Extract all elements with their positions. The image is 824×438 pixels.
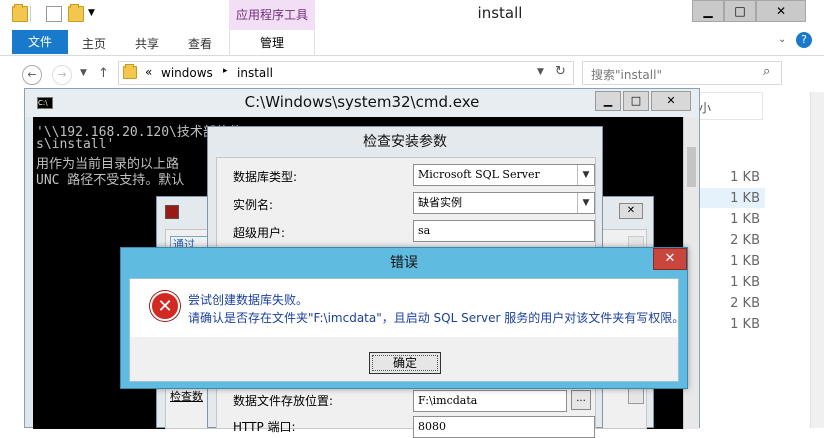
minimize-button[interactable]: ▁ <box>692 0 724 22</box>
error-message-line1: 尝试创建数据库失败。 <box>188 293 309 307</box>
superuser-value: sa <box>418 224 431 237</box>
datafile-input[interactable]: F:\imcdata <box>413 390 567 412</box>
tab-manage[interactable]: 管理 <box>229 30 315 56</box>
console-line: s\install' <box>36 137 115 152</box>
address-dropdown-icon[interactable]: ▼ <box>537 67 544 77</box>
close-button[interactable]: ✕ <box>756 0 806 22</box>
file-size: 1 KB <box>730 275 760 290</box>
cmd-close-button[interactable]: ✕ <box>651 91 691 111</box>
check-params-title: 检查安装参数 <box>363 134 447 150</box>
file-size: 2 KB <box>730 233 760 248</box>
chevron-down-icon[interactable]: ▼ <box>577 165 594 185</box>
error-message-line2: 请确认是否存在文件夹"F:\imcdata"，且启动 SQL Server 服务… <box>188 311 685 325</box>
qat-dropdown-icon[interactable]: ▼ <box>88 8 95 18</box>
db-type-value: Microsoft SQL Server <box>418 168 540 181</box>
file-size: 1 KB <box>730 170 760 185</box>
superuser-label: 超级用户: <box>233 226 286 240</box>
instance-select[interactable]: 缺省实例 ▼ <box>413 192 595 214</box>
scrollbar[interactable] <box>810 92 824 428</box>
superuser-input[interactable]: sa <box>413 220 595 242</box>
tab-home[interactable]: 主页 <box>82 34 106 54</box>
console-line: UNC 路径不受支持。默认 <box>36 173 185 188</box>
error-close-button[interactable]: ✕ <box>653 248 687 270</box>
folder-icon[interactable] <box>12 4 28 22</box>
tab-file[interactable]: 文件 <box>12 30 68 54</box>
dialog-close-button[interactable]: ✕ <box>619 203 643 219</box>
cmd-titlebar[interactable]: C:\ C:\Windows\system32\cmd.exe ▁ □ ✕ <box>25 89 699 117</box>
folder-icon <box>123 64 137 79</box>
breadcrumb-install[interactable]: install <box>237 66 273 80</box>
scroll-corner <box>628 388 644 404</box>
maximize-button[interactable]: □ <box>724 0 756 22</box>
breadcrumb-chevron[interactable]: « <box>145 65 152 79</box>
tab-share[interactable]: 共享 <box>135 34 159 54</box>
help-icon[interactable]: ? <box>796 32 812 48</box>
file-size: 1 KB <box>730 212 760 227</box>
address-box[interactable]: « windows ▸ install ▼ ↻ <box>118 61 574 85</box>
scroll-thumb[interactable] <box>687 147 696 187</box>
up-icon[interactable]: ↑ <box>98 66 109 81</box>
forward-icon[interactable]: → <box>52 65 72 85</box>
explorer-titlebar: ▼ 应用程序工具 install ▁ □ ✕ <box>0 0 824 30</box>
http-port-input[interactable]: 8080 <box>413 416 595 438</box>
size-column-header[interactable]: 小 <box>695 92 763 120</box>
tab-view[interactable]: 查看 <box>188 34 212 54</box>
file-size: 2 KB <box>730 296 760 311</box>
error-icon: ✕ <box>150 291 180 321</box>
error-title: 错误 <box>390 255 418 271</box>
file-size: 1 KB <box>730 254 760 269</box>
new-folder-icon[interactable] <box>68 4 84 22</box>
size-header-label: 小 <box>699 101 712 115</box>
cmd-minimize-button[interactable]: ▁ <box>595 91 621 111</box>
breadcrumb-separator[interactable]: ▸ <box>223 66 228 76</box>
cmd-maximize-button[interactable]: □ <box>623 91 649 111</box>
instance-value: 缺省实例 <box>418 196 462 209</box>
window-title: install <box>477 4 523 22</box>
http-port-value: 8080 <box>418 420 446 433</box>
search-placeholder: 搜索"install" <box>591 68 662 82</box>
browse-button[interactable]: ... <box>571 390 591 410</box>
chevron-down-icon[interactable]: ▼ <box>577 193 594 213</box>
recent-dropdown-icon[interactable]: ▼ <box>80 68 87 78</box>
ribbon-expand-icon[interactable]: ⌄ <box>778 34 786 45</box>
file-size: 1 KB <box>730 317 760 332</box>
search-input[interactable]: 搜索"install" ⌕ <box>582 61 782 85</box>
tools-tab[interactable]: 应用程序工具 <box>229 0 315 30</box>
check-params-link[interactable]: 检查数 <box>170 388 210 406</box>
divider <box>30 6 31 22</box>
search-icon[interactable]: ⌕ <box>763 64 770 79</box>
db-type-select[interactable]: Microsoft SQL Server ▼ <box>413 164 595 186</box>
properties-icon[interactable] <box>46 6 62 22</box>
datafile-label: 数据文件存放位置: <box>233 394 334 408</box>
http-port-label: HTTP 端口: <box>233 420 296 434</box>
back-icon[interactable]: ← <box>22 65 42 85</box>
instance-label: 实例名: <box>233 198 274 212</box>
app-icon <box>165 205 179 219</box>
file-size: 1 KB <box>730 191 760 206</box>
ok-button[interactable]: 确定 <box>369 352 441 374</box>
ribbon-tabs: 主页 共享 查看 ⌄ ? <box>0 30 824 56</box>
datafile-value: F:\imcdata <box>418 394 478 407</box>
refresh-icon[interactable]: ↻ <box>555 64 566 79</box>
breadcrumb-windows[interactable]: windows <box>161 66 213 80</box>
db-type-label: 数据库类型: <box>233 170 298 184</box>
error-dialog[interactable]: 错误 ✕ ✕ 尝试创建数据库失败。 请确认是否存在文件夹"F:\imcdata"… <box>120 247 688 389</box>
